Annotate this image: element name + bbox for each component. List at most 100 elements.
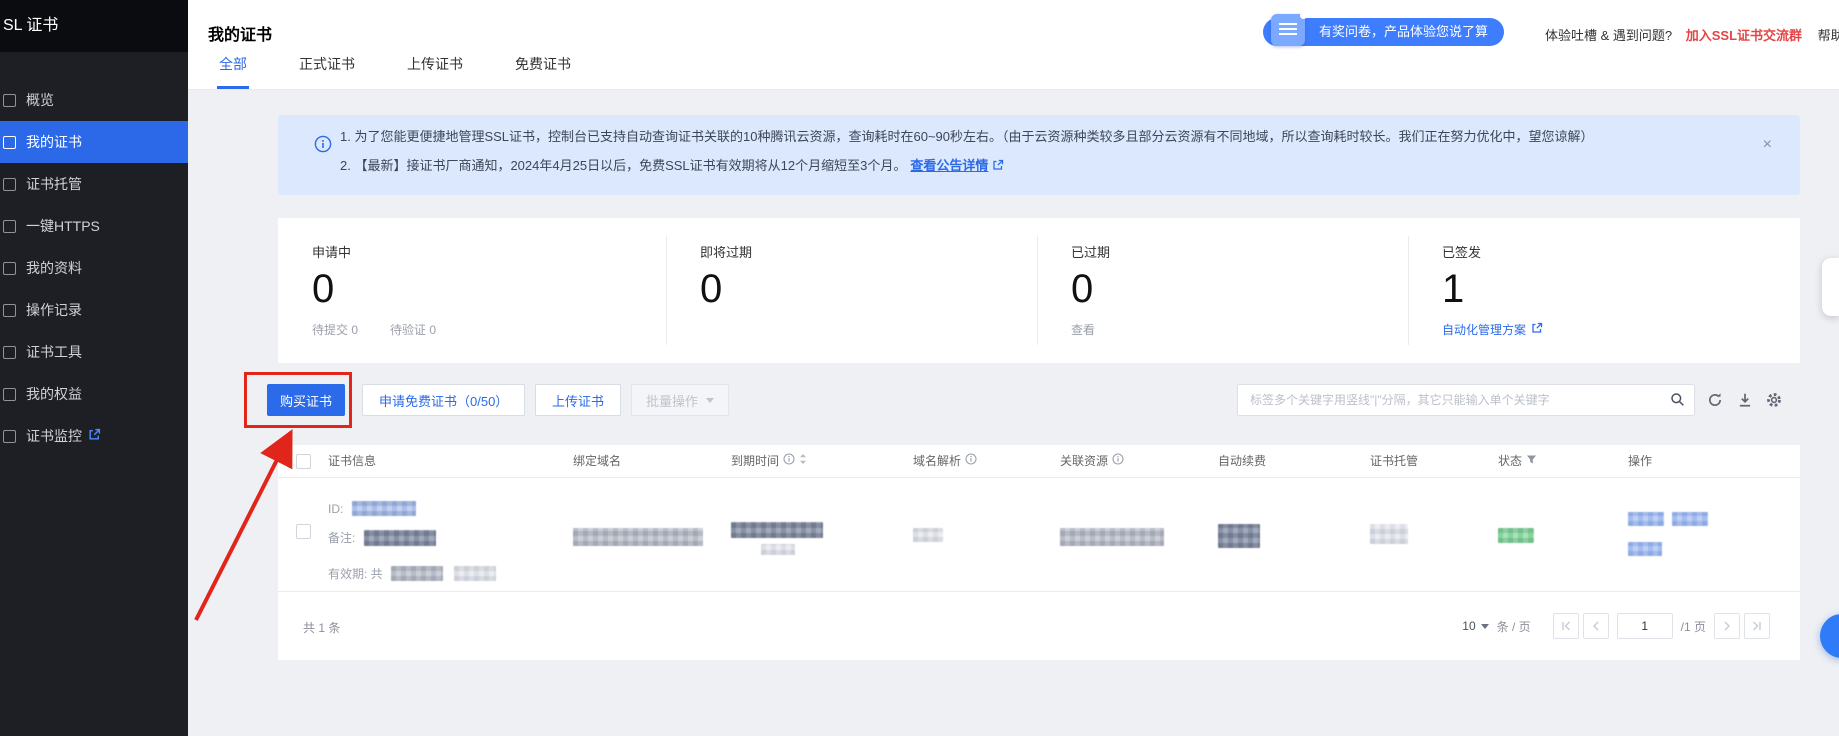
col-domain-resolution: 域名解析 xyxy=(913,445,977,478)
stat-value: 0 xyxy=(700,267,1037,311)
assistant-float-button[interactable] xyxy=(1820,614,1839,658)
download-icon[interactable] xyxy=(1737,392,1753,413)
search-icon[interactable] xyxy=(1670,392,1685,412)
https-icon xyxy=(3,220,16,233)
redacted-resources xyxy=(1060,528,1164,546)
sidebar-item-cert-monitor[interactable]: 证书监控 xyxy=(0,415,188,457)
search-box xyxy=(1237,384,1695,416)
sidebar-item-operation-log[interactable]: 操作记录 xyxy=(0,289,188,331)
notice-line1: 1. 为了您能更便捷地管理SSL证书，控制台已支持自动查询证书关联的10种腾讯云… xyxy=(340,127,1740,147)
buy-certificate-button[interactable]: 购买证书 xyxy=(267,384,345,416)
upload-certificate-button[interactable]: 上传证书 xyxy=(535,384,621,416)
filter-icon[interactable] xyxy=(1526,445,1537,478)
page-size-unit: 条 / 页 xyxy=(1497,618,1531,635)
row-checkbox[interactable] xyxy=(296,524,311,539)
benefits-icon xyxy=(3,388,16,401)
view-expired-link[interactable]: 查看 xyxy=(1071,321,1408,338)
stat-label: 已签发 xyxy=(1442,242,1800,261)
notice-banner: 1. 为了您能更便捷地管理SSL证书，控制台已支持自动查询证书关联的10种腾讯云… xyxy=(278,115,1800,195)
redacted-action-link[interactable] xyxy=(1672,512,1708,526)
page-number-input[interactable] xyxy=(1617,613,1673,639)
next-page-button[interactable] xyxy=(1714,613,1740,639)
first-page-button[interactable] xyxy=(1553,613,1579,639)
cert-validity-line: 有效期: 共 xyxy=(328,565,496,583)
last-page-button[interactable] xyxy=(1744,613,1770,639)
sidebar-item-label: 我的权益 xyxy=(26,384,82,404)
notice-line2: 2. 【最新】接证书厂商通知，2024年4月25日以后，免费SSL证书有效期将从… xyxy=(340,156,1740,177)
batch-operation-button[interactable]: 批量操作 xyxy=(631,384,729,416)
redacted-expiry-date xyxy=(731,522,823,538)
info-icon xyxy=(314,135,332,158)
certificate-icon xyxy=(3,136,16,149)
stat-value: 0 xyxy=(1071,267,1408,311)
sidebar-product-title: SL 证书 xyxy=(0,0,188,52)
sidebar-item-cert-hosting[interactable]: 证书托管 xyxy=(0,163,188,205)
tab-uploaded-certificates[interactable]: 上传证书 xyxy=(405,54,465,89)
sidebar-item-cert-tools[interactable]: 证书工具 xyxy=(0,331,188,373)
sidebar-item-my-profile[interactable]: 我的资料 xyxy=(0,247,188,289)
tab-free-certificates[interactable]: 免费证书 xyxy=(513,54,573,89)
redacted-resolution xyxy=(913,528,943,542)
info-icon[interactable] xyxy=(1112,445,1124,478)
cert-remark-line: 备注: xyxy=(328,529,436,547)
search-input[interactable] xyxy=(1237,384,1695,416)
table-row: ID: 备注: 有效期: 共 xyxy=(278,478,1800,592)
hosting-icon xyxy=(3,178,16,191)
tab-paid-certificates[interactable]: 正式证书 xyxy=(297,54,357,89)
sort-icon[interactable] xyxy=(799,445,807,478)
sidebar-item-overview[interactable]: 概览 xyxy=(0,79,188,121)
refresh-icon[interactable] xyxy=(1707,392,1723,413)
automation-plan-label: 自动化管理方案 xyxy=(1442,321,1526,338)
page-count-label: /1 页 xyxy=(1681,618,1706,635)
prev-page-button[interactable] xyxy=(1583,613,1609,639)
stat-card-applying: 申请中 0 待提交 0 待验证 0 xyxy=(278,218,666,363)
certificate-table: 证书信息 绑定域名 到期时间 域名解析 关联资源 自动续费 证书托管 状态 操作 xyxy=(278,445,1800,660)
sidebar-item-label: 概览 xyxy=(26,90,54,110)
announcement-link[interactable]: 查看公告详情 xyxy=(910,158,988,173)
stat-value: 0 xyxy=(312,267,666,311)
page-size-select[interactable]: 10 xyxy=(1462,619,1488,633)
survey-button[interactable]: 有奖问卷，产品体验您说了算 xyxy=(1263,18,1504,46)
col-expiry-time: 到期时间 xyxy=(731,445,807,478)
stat-label: 即将过期 xyxy=(700,242,1037,261)
external-link-icon xyxy=(88,428,101,444)
info-icon[interactable] xyxy=(965,445,977,478)
stat-sub-pending-submit: 待提交 0 xyxy=(312,321,358,338)
join-group-link[interactable]: 加入SSL证书交流群 xyxy=(1686,28,1802,43)
sidebar-item-my-benefits[interactable]: 我的权益 xyxy=(0,373,188,415)
gear-icon[interactable] xyxy=(1766,392,1782,413)
survey-button-label: 有奖问卷，产品体验您说了算 xyxy=(1319,24,1488,39)
sidebar-item-one-click-https[interactable]: 一键HTTPS xyxy=(0,205,188,247)
redacted-expiry-note xyxy=(761,544,795,555)
sidebar-item-label: 一键HTTPS xyxy=(26,216,100,236)
sidebar-item-label: 我的资料 xyxy=(26,258,82,278)
stat-value: 1 xyxy=(1442,267,1800,311)
col-associated-resources: 关联资源 xyxy=(1060,445,1124,478)
tab-all[interactable]: 全部 xyxy=(217,54,249,89)
tabs: 全部 正式证书 上传证书 免费证书 xyxy=(217,54,573,89)
sidebar-item-label: 我的证书 xyxy=(26,132,82,152)
topbar-links: 体验吐槽 & 遇到问题? 加入SSL证书交流群 帮助文档 xyxy=(1545,25,1839,44)
info-icon[interactable] xyxy=(783,445,795,478)
redacted-action-link[interactable] xyxy=(1628,512,1664,526)
redacted-action-link[interactable] xyxy=(1628,542,1662,556)
feedback-text: 体验吐槽 & 遇到问题? xyxy=(1545,28,1672,43)
stat-subs: 待提交 0 待验证 0 xyxy=(312,321,666,338)
sidebar-item-label: 证书监控 xyxy=(26,426,82,446)
automation-plan-link[interactable]: 自动化管理方案 xyxy=(1442,321,1800,338)
topbar: 我的证书 全部 正式证书 上传证书 免费证书 有奖问卷，产品体验您说了算 体验吐… xyxy=(188,0,1839,90)
external-link-icon xyxy=(992,159,1004,174)
chevron-down-icon xyxy=(706,398,714,403)
sidebar-item-label: 操作记录 xyxy=(26,300,82,320)
collapsed-side-widget[interactable] xyxy=(1822,258,1839,316)
redacted-remark xyxy=(364,530,436,546)
sidebar-item-my-certificates[interactable]: 我的证书 xyxy=(0,121,188,163)
select-all-checkbox[interactable] xyxy=(296,454,311,469)
total-count: 共 1 条 xyxy=(303,619,340,636)
close-icon[interactable]: × xyxy=(1763,137,1772,153)
apply-free-certificate-button[interactable]: 申请免费证书（0/50） xyxy=(362,384,525,416)
col-auto-renew: 自动续费 xyxy=(1218,445,1266,478)
help-doc-link[interactable]: 帮助文档 xyxy=(1818,28,1839,43)
col-cert-info: 证书信息 xyxy=(328,445,376,478)
external-link-icon xyxy=(1531,322,1543,337)
